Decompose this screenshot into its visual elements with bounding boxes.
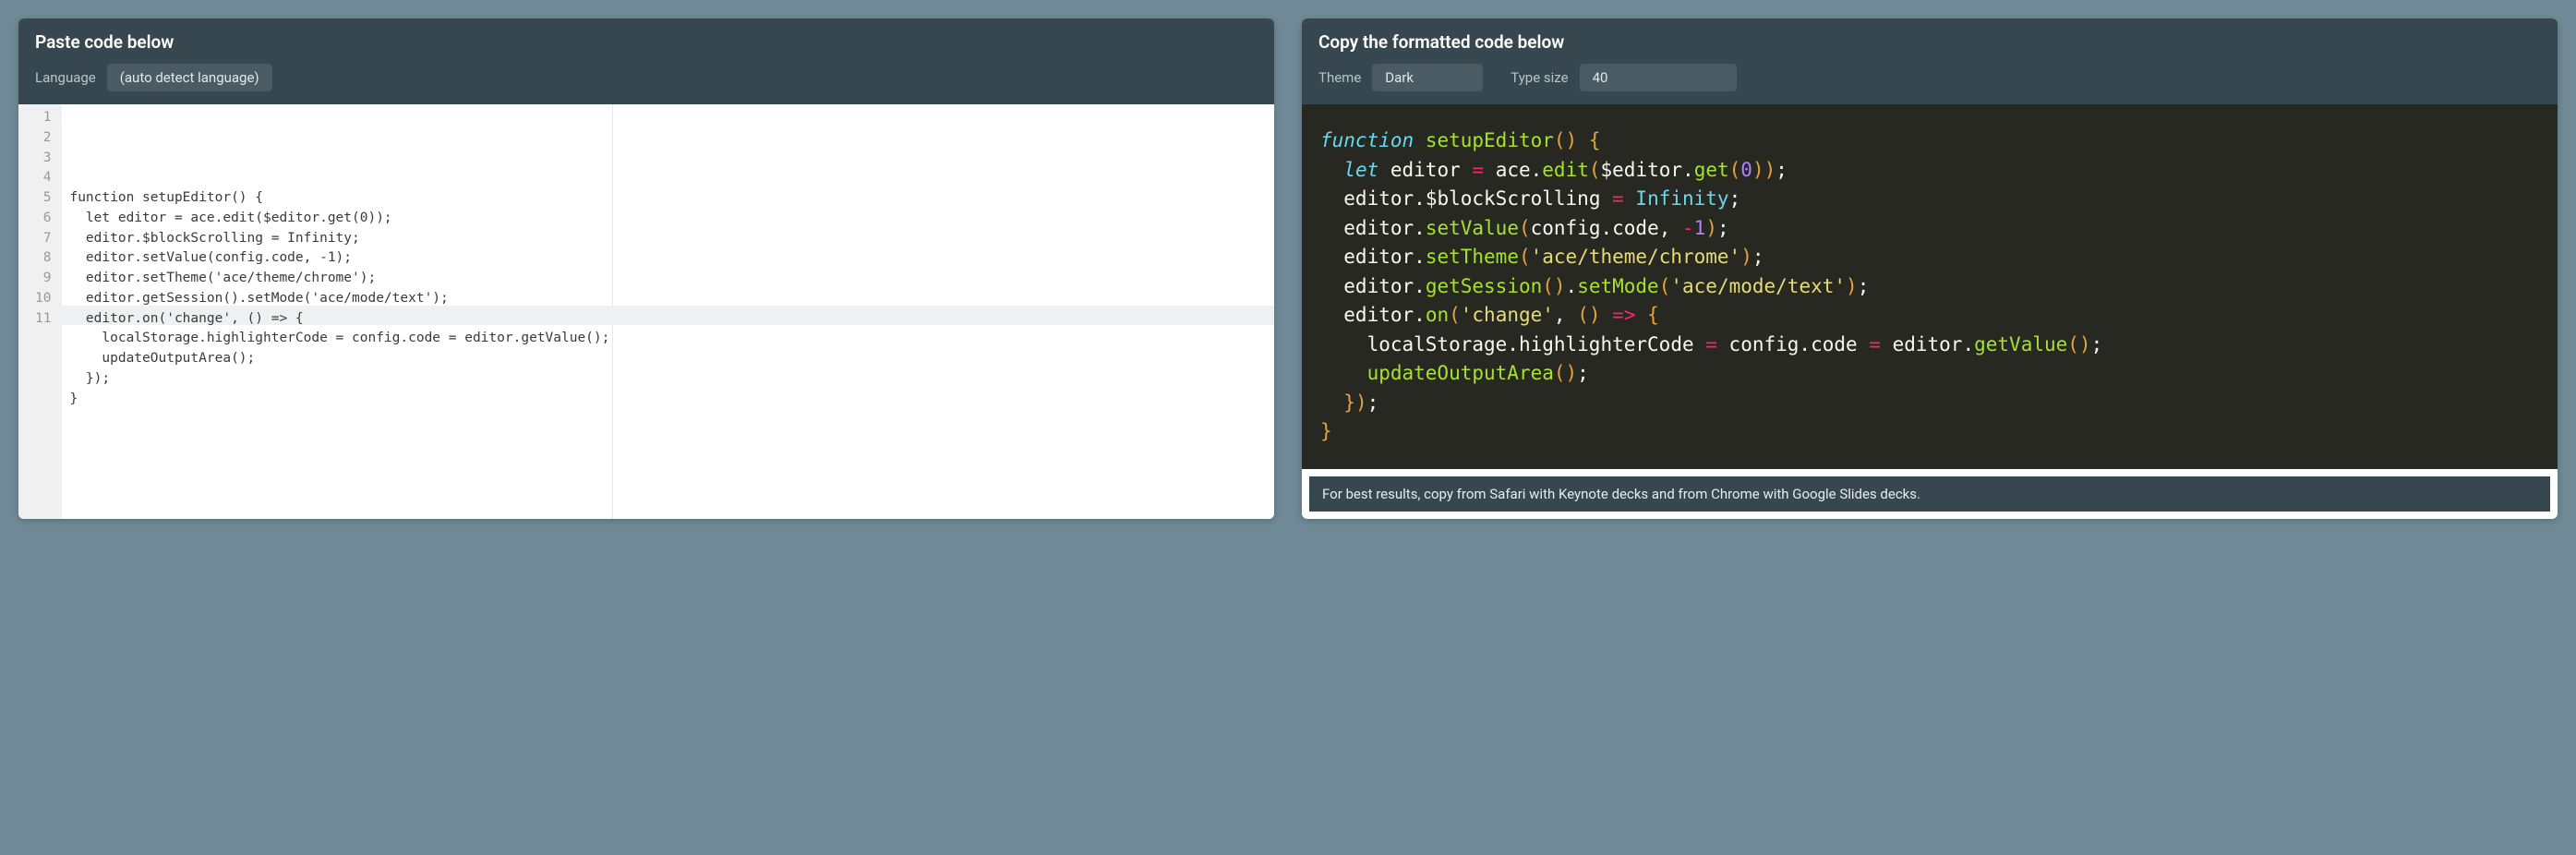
code-editor[interactable]: 1234567891011 function setupEditor() { l… bbox=[18, 104, 1274, 519]
code-line: }); bbox=[69, 369, 1267, 390]
type-size-label: Type size bbox=[1511, 69, 1568, 86]
line-number: 4 bbox=[31, 168, 54, 188]
code-line: updateOutputArea(); bbox=[69, 349, 1267, 369]
theme-label: Theme bbox=[1318, 69, 1361, 86]
input-panel-header: Paste code below Language (auto detect l… bbox=[18, 18, 1274, 104]
line-number: 10 bbox=[31, 289, 54, 309]
output-line: }); bbox=[1320, 389, 2539, 418]
code-line: localStorage.highlighterCode = config.co… bbox=[69, 329, 1267, 349]
line-number: 1 bbox=[31, 108, 54, 128]
line-gutter: 1234567891011 bbox=[18, 104, 62, 519]
output-line: editor.getSession().setMode('ace/mode/te… bbox=[1320, 272, 2539, 302]
output-line: editor.$blockScrolling = Infinity; bbox=[1320, 185, 2539, 214]
line-number: 2 bbox=[31, 128, 54, 149]
line-number: 7 bbox=[31, 229, 54, 249]
output-panel: Copy the formatted code below Theme Dark… bbox=[1302, 18, 2558, 519]
code-line: editor.getSession().setMode('ace/mode/te… bbox=[69, 289, 1267, 309]
output-panel-header: Copy the formatted code below Theme Dark… bbox=[1302, 18, 2558, 104]
type-size-input[interactable]: 40 bbox=[1580, 64, 1737, 91]
output-line: updateOutputArea(); bbox=[1320, 359, 2539, 389]
input-title: Paste code below bbox=[35, 31, 1258, 53]
output-controls: Theme Dark Type size 40 bbox=[1318, 64, 2541, 91]
code-line: editor.$blockScrolling = Infinity; bbox=[69, 229, 1267, 249]
output-line: localStorage.highlighterCode = config.co… bbox=[1320, 331, 2539, 360]
output-line: } bbox=[1320, 417, 2539, 447]
output-line: let editor = ace.edit($editor.get(0)); bbox=[1320, 156, 2539, 186]
output-line: editor.setTheme('ace/theme/chrome'); bbox=[1320, 243, 2539, 272]
line-number: 8 bbox=[31, 248, 54, 269]
line-number: 6 bbox=[31, 209, 54, 229]
line-number: 9 bbox=[31, 269, 54, 289]
language-label: Language bbox=[35, 69, 96, 86]
theme-select[interactable]: Dark bbox=[1372, 64, 1483, 91]
output-line: function setupEditor() { bbox=[1320, 126, 2539, 156]
code-area[interactable]: function setupEditor() { let editor = ac… bbox=[62, 104, 1274, 519]
output-line: editor.setValue(config.code, -1); bbox=[1320, 214, 2539, 244]
code-line: editor.setTheme('ace/theme/chrome'); bbox=[69, 269, 1267, 289]
input-panel: Paste code below Language (auto detect l… bbox=[18, 18, 1274, 519]
output-title: Copy the formatted code below bbox=[1318, 31, 2541, 53]
code-line: editor.setValue(config.code, -1); bbox=[69, 248, 1267, 269]
line-number: 11 bbox=[31, 309, 54, 330]
copy-tip: For best results, copy from Safari with … bbox=[1307, 475, 2552, 513]
line-number: 3 bbox=[31, 149, 54, 169]
language-select[interactable]: (auto detect language) bbox=[107, 64, 272, 91]
line-number: 5 bbox=[31, 188, 54, 209]
output-line: editor.on('change', () => { bbox=[1320, 301, 2539, 331]
code-line: editor.on('change', () => { bbox=[69, 309, 1267, 330]
formatted-output[interactable]: function setupEditor() { let editor = ac… bbox=[1302, 104, 2558, 469]
input-controls: Language (auto detect language) bbox=[35, 64, 1258, 91]
code-line: let editor = ace.edit($editor.get(0)); bbox=[69, 209, 1267, 229]
code-line: } bbox=[69, 390, 1267, 410]
code-line: function setupEditor() { bbox=[69, 188, 1267, 209]
